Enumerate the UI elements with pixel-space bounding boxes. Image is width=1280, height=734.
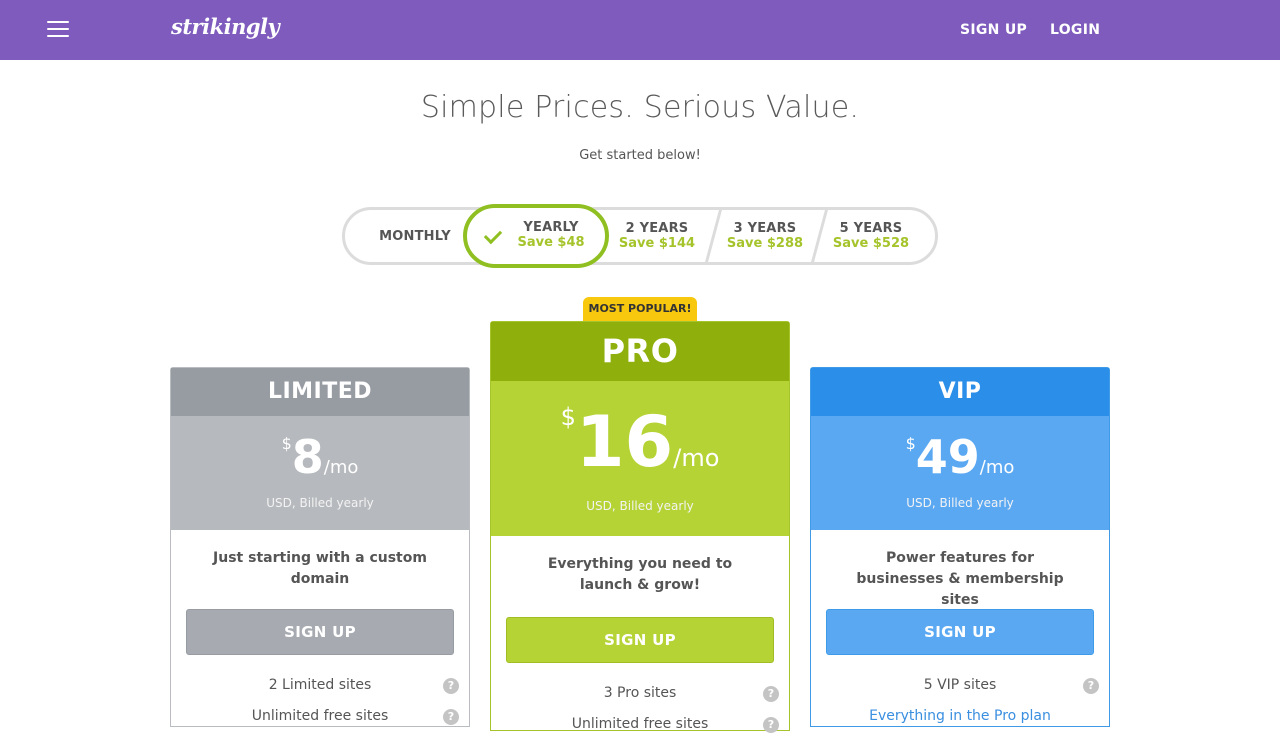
billing-option-label: 2 YEARS <box>625 221 689 236</box>
billing-option-label: 5 YEARS <box>839 221 903 236</box>
page-title: Simple Prices. Serious Value. <box>420 90 860 125</box>
plan-description: Everything you need to launch & grow! <box>547 556 733 593</box>
billing-option-5-years[interactable]: 5 YEARS Save $528 <box>819 210 923 262</box>
logo[interactable]: strikingly <box>171 14 280 39</box>
nav-login-link[interactable]: LOGIN <box>1050 22 1100 38</box>
page-subtitle: Get started below! <box>579 148 701 163</box>
billing-option-yearly[interactable]: YEARLY Save $48 <box>463 204 609 268</box>
help-icon[interactable]: ? <box>763 717 779 733</box>
plan-description: Just starting with a custom domain <box>213 550 427 587</box>
plan-price: $16/mo <box>491 401 789 483</box>
billing-option-savings: Save $144 <box>618 236 696 251</box>
plan-card-pro: PRO $16/mo USD, Billed yearly Everything… <box>490 321 790 734</box>
billing-period-toggle: MONTHLY 2 YEARS Save $144 3 YEARS Save $… <box>342 204 938 268</box>
feature-label: 3 Pro sites <box>603 685 677 701</box>
billing-option-label: 3 YEARS <box>733 221 797 236</box>
plan-price-box: $49/mo USD, Billed yearly <box>811 416 1109 530</box>
most-popular-badge: MOST POPULAR! <box>583 297 697 322</box>
plan-price-box: $16/mo USD, Billed yearly <box>491 381 789 536</box>
plan-name: LIMITED <box>171 368 469 416</box>
billing-note: USD, Billed yearly <box>906 496 1014 510</box>
billing-option-3-years[interactable]: 3 YEARS Save $288 <box>713 210 817 262</box>
billing-note: USD, Billed yearly <box>586 499 694 513</box>
top-nav-bar: strikingly SIGN UP LOGIN <box>0 0 1280 60</box>
plan-description: Power features for businesses & membersh… <box>856 550 1064 608</box>
billing-option-label: YEARLY <box>523 220 579 235</box>
feature-item: Unlimited free sites ? <box>491 716 789 734</box>
price-amount: 49 <box>915 430 980 484</box>
billing-option-monthly[interactable]: MONTHLY <box>365 210 465 262</box>
price-amount: 8 <box>291 430 324 484</box>
plan-price: $49/mo <box>811 430 1109 484</box>
nav-signup-link[interactable]: SIGN UP <box>960 22 1027 38</box>
price-period: /mo <box>323 457 359 478</box>
plan-price-box: $8/mo USD, Billed yearly <box>171 416 469 530</box>
billing-option-savings: Save $528 <box>832 236 910 251</box>
help-icon[interactable]: ? <box>443 709 459 725</box>
feature-link[interactable]: Everything in the Pro plan <box>869 708 1051 724</box>
billing-option-savings: Save $288 <box>726 236 804 251</box>
billing-option-2-years[interactable]: 2 YEARS Save $144 <box>607 210 707 262</box>
signup-button-vip[interactable]: SIGN UP <box>826 609 1094 655</box>
billing-note: USD, Billed yearly <box>266 496 374 510</box>
signup-button-limited[interactable]: SIGN UP <box>186 609 454 655</box>
price-period: /mo <box>979 457 1015 478</box>
currency-symbol: $ <box>281 434 292 453</box>
billing-option-label: MONTHLY <box>379 229 451 244</box>
feature-item: Everything in the Pro plan <box>811 708 1109 726</box>
feature-label: Unlimited free sites <box>571 716 709 732</box>
plan-card-limited: LIMITED $8/mo USD, Billed yearly Just st… <box>170 367 470 727</box>
currency-symbol: $ <box>905 434 916 453</box>
feature-item: Unlimited free sites ? <box>171 708 469 726</box>
feature-label: 2 Limited sites <box>268 677 372 693</box>
plan-name: PRO <box>491 322 789 381</box>
menu-icon[interactable] <box>47 21 69 37</box>
price-amount: 16 <box>575 401 674 483</box>
feature-item: 2 Limited sites ? <box>171 677 469 695</box>
feature-label: Unlimited free sites <box>251 708 389 724</box>
signup-button-pro[interactable]: SIGN UP <box>506 617 774 663</box>
feature-label: 5 VIP sites <box>923 677 997 693</box>
plan-name: VIP <box>811 368 1109 416</box>
help-icon[interactable]: ? <box>1083 678 1099 694</box>
plan-card-vip: VIP $49/mo USD, Billed yearly Power feat… <box>810 367 1110 727</box>
price-period: /mo <box>673 444 720 472</box>
billing-option-savings: Save $48 <box>517 235 585 250</box>
help-icon[interactable]: ? <box>443 678 459 694</box>
feature-item: 3 Pro sites ? <box>491 685 789 703</box>
currency-symbol: $ <box>560 403 576 431</box>
help-icon[interactable]: ? <box>763 686 779 702</box>
feature-item: 5 VIP sites ? <box>811 677 1109 695</box>
plan-price: $8/mo <box>171 430 469 484</box>
